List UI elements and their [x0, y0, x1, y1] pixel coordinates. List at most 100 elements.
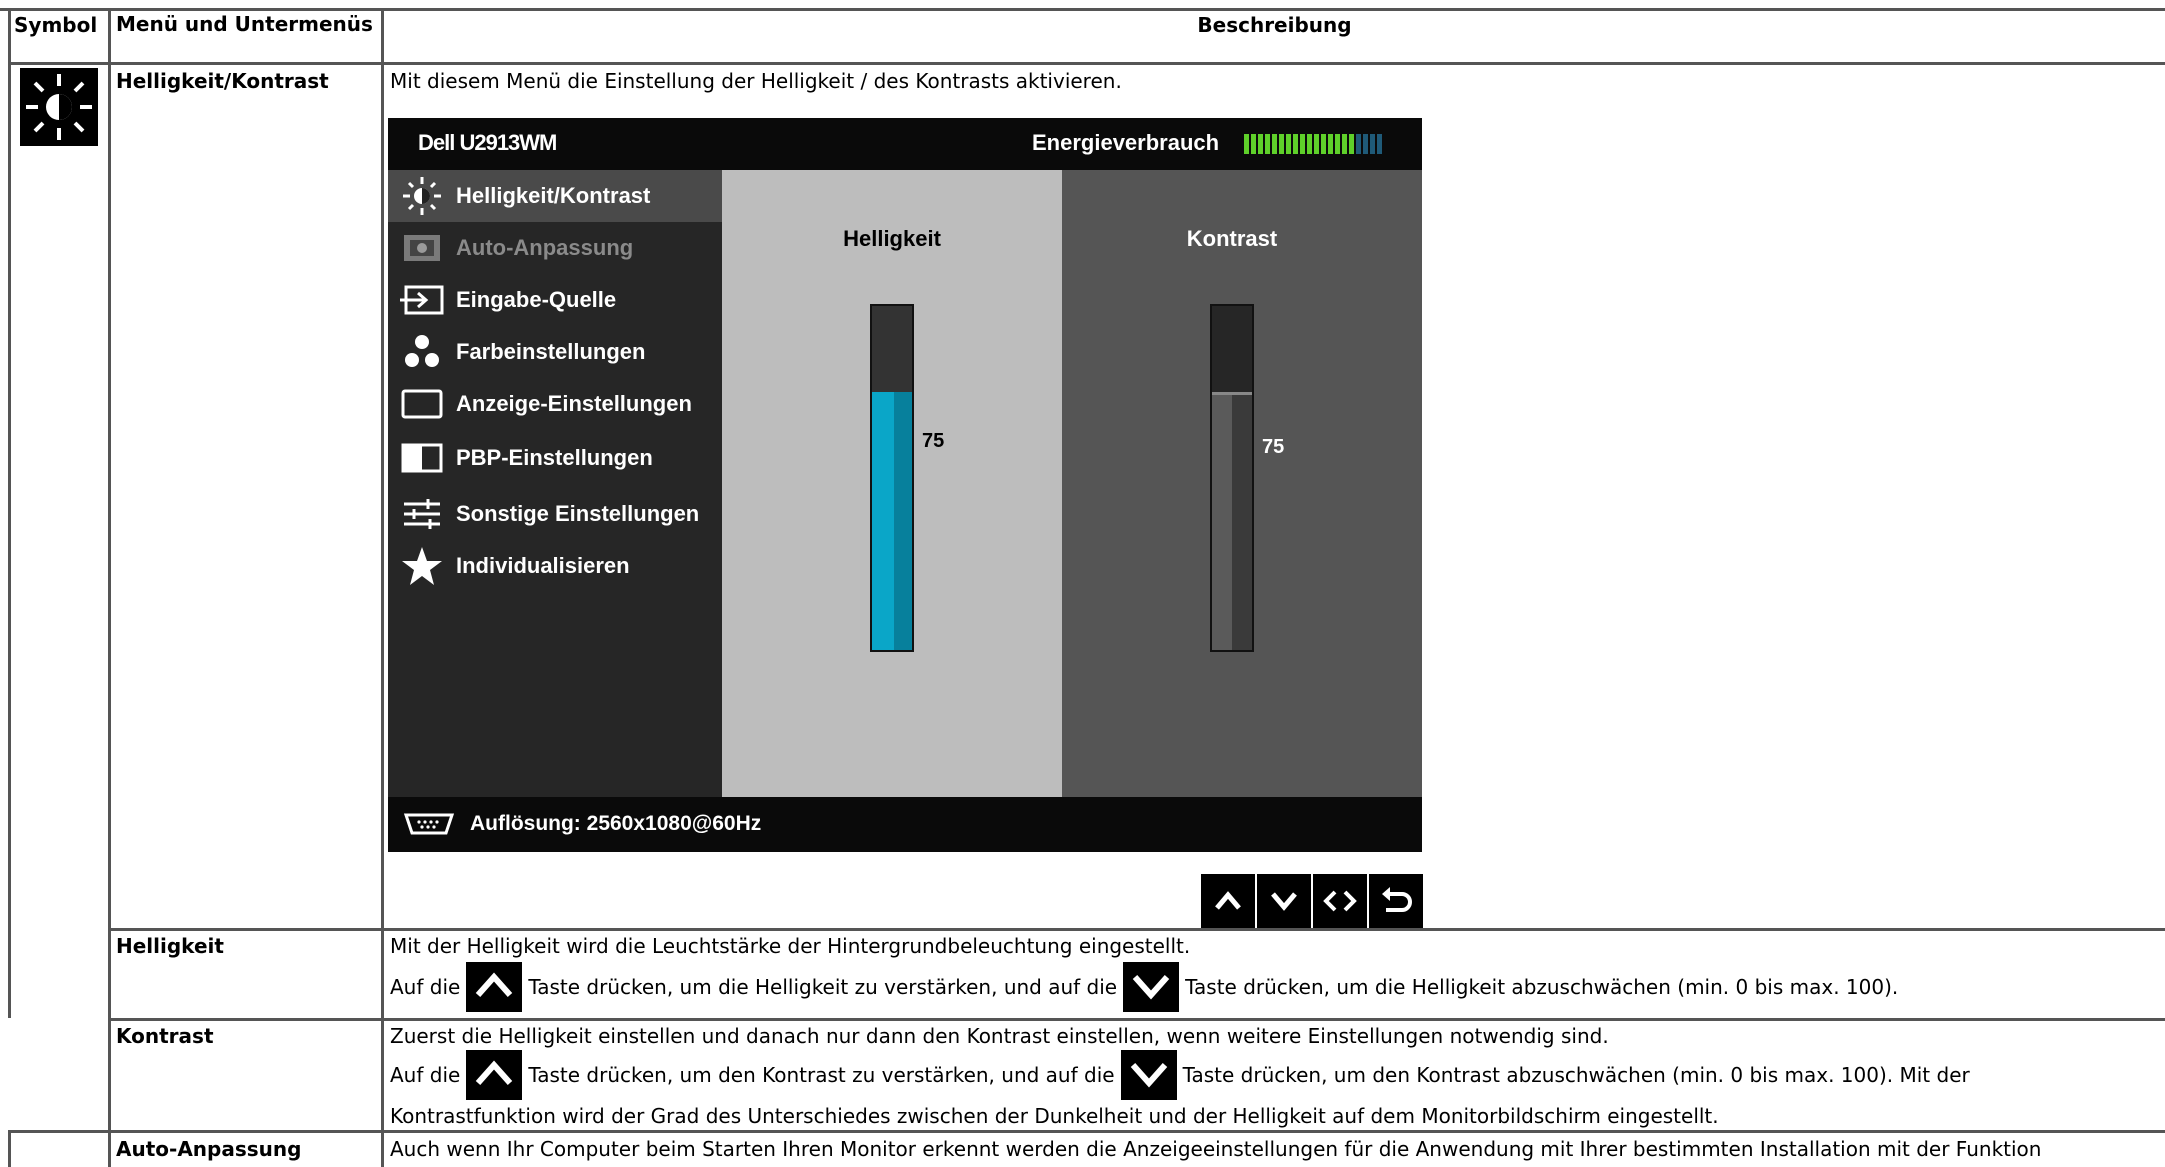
- osd-menu-item-pbp-settings[interactable]: PBP-Einstellungen: [388, 432, 722, 484]
- osd-menu-label: Anzeige-Einstellungen: [456, 391, 692, 416]
- brightness-label: Helligkeit: [843, 226, 941, 251]
- osd-menu-item-display-settings[interactable]: Anzeige-Einstellungen: [388, 378, 722, 430]
- up-arrow-button: [466, 962, 523, 1012]
- column-divider: [108, 8, 111, 1167]
- brightness-icon: [20, 68, 98, 146]
- left-right-icon: [1323, 890, 1357, 912]
- energy-meter-segment: [1272, 134, 1277, 154]
- left-right-button[interactable]: [1313, 874, 1367, 928]
- down-button[interactable]: [1257, 874, 1311, 928]
- vga-connector-icon: [402, 811, 456, 843]
- contrast-panel: Kontrast 75: [1062, 170, 1422, 797]
- menu-name-auto-adjust: Auto-Anpassung: [116, 1137, 302, 1161]
- energy-meter-segment: [1377, 134, 1382, 154]
- text-segment: Taste drücken, um die Helligkeit zu vers…: [528, 975, 1118, 999]
- table-left-border: [8, 1130, 11, 1167]
- table-top-border: [0, 8, 2165, 11]
- energy-meter-segment: [1265, 134, 1270, 154]
- osd-menu-item-color-settings[interactable]: Farbeinstellungen: [388, 326, 722, 378]
- osd-menu-item-personalize[interactable]: Individualisieren: [388, 540, 722, 592]
- contrast-label: Kontrast: [1186, 226, 1278, 251]
- down-icon: [1132, 975, 1170, 1000]
- contrast-slider[interactable]: [1210, 304, 1254, 652]
- energy-meter-segment: [1286, 134, 1291, 154]
- row-divider: [108, 928, 2165, 931]
- header-description: Beschreibung: [1197, 13, 1352, 37]
- up-icon: [1215, 891, 1241, 910]
- osd-screenshot: Dell U2913WM Energieverbrauch Helligkeit…: [388, 118, 1422, 852]
- energy-meter-segment: [1370, 134, 1375, 154]
- energy-meter-segment: [1307, 134, 1312, 154]
- osd-header: Dell U2913WM Energieverbrauch: [388, 118, 1422, 170]
- star-icon: [396, 540, 448, 592]
- energy-meter-segment: [1342, 134, 1347, 154]
- osd-footer: Auflösung: 2560x1080@60Hz: [388, 797, 1422, 852]
- brightness-panel: Helligkeit 75: [722, 170, 1062, 797]
- osd-menu-item-auto-adjust[interactable]: Auto-Anpassung: [388, 222, 722, 274]
- energy-meter-segment: [1279, 134, 1284, 154]
- text-segment: Taste drücken, um die Helligkeit abzusch…: [1185, 975, 1899, 999]
- back-button[interactable]: [1369, 874, 1423, 928]
- osd-menu-item-brightness-contrast[interactable]: Helligkeit/Kontrast: [388, 170, 722, 222]
- up-button[interactable]: [1201, 874, 1255, 928]
- osd-menu-label: PBP-Einstellungen: [456, 445, 653, 470]
- energy-label: Energieverbrauch: [1032, 130, 1220, 155]
- description-instructions: Auf die Taste drücken, um die Helligkeit …: [390, 962, 1898, 1012]
- energy-meter-segment: [1328, 134, 1333, 154]
- energy-meter-segment: [1335, 134, 1340, 154]
- down-arrow-button: [1120, 1050, 1177, 1100]
- row-divider: [108, 1018, 2165, 1021]
- energy-meter-segment: [1300, 134, 1305, 154]
- up-icon: [476, 1060, 513, 1085]
- header-bottom-border: [8, 62, 2165, 65]
- resolution-info: Auflösung: 2560x1080@60Hz: [470, 812, 762, 835]
- energy-meter-segment: [1258, 134, 1263, 154]
- osd-menu: Helligkeit/Kontrast Auto-Anpassung Einga…: [388, 170, 722, 797]
- energy-meter-segment: [1251, 134, 1256, 154]
- text-segment: Auf die: [390, 975, 461, 999]
- description-text: Auch wenn Ihr Computer beim Starten Ihre…: [390, 1137, 2042, 1161]
- down-icon: [1271, 892, 1297, 911]
- text-segment: Taste drücken, um den Kontrast abzuschwä…: [1182, 1063, 1970, 1087]
- header-symbol: Symbol: [14, 13, 98, 37]
- description-text: Zuerst die Helligkeit einstellen und dan…: [390, 1024, 1609, 1048]
- text-segment: Taste drücken, um den Kontrast zu verstä…: [528, 1063, 1115, 1087]
- menu-name-brightness: Helligkeit: [116, 934, 224, 958]
- display-rect-icon: [396, 378, 448, 430]
- osd-menu-item-input-source[interactable]: Eingabe-Quelle: [388, 274, 722, 326]
- brightness-icon: [396, 170, 448, 222]
- description-instructions: Auf die Taste drücken, um den Kontrast zu…: [390, 1050, 1970, 1100]
- back-icon: [1382, 887, 1412, 912]
- description-text: Mit der Helligkeit wird die Leuchtstärke…: [390, 934, 1191, 958]
- osd-menu-label: Individualisieren: [456, 553, 630, 578]
- up-arrow-button: [466, 1050, 523, 1100]
- brightness-slider[interactable]: [870, 304, 914, 652]
- description-text: Mit diesem Menü die Einstellung der Hell…: [390, 69, 1122, 93]
- osd-menu-label: Eingabe-Quelle: [456, 287, 617, 312]
- menu-name-brightness-contrast: Helligkeit/Kontrast: [116, 69, 329, 93]
- menu-name-contrast: Kontrast: [116, 1024, 214, 1048]
- sliders-icon: [396, 488, 448, 540]
- energy-meter-segment: [1293, 134, 1298, 154]
- osd-menu-label: Helligkeit/Kontrast: [456, 183, 651, 208]
- row-divider: [8, 1130, 2165, 1133]
- input-source-icon: [396, 274, 448, 326]
- description-text: Kontrastfunktion wird der Grad des Unter…: [390, 1104, 1719, 1128]
- energy-meter-segment: [1314, 134, 1319, 154]
- column-divider: [381, 8, 384, 1167]
- contrast-slider-fill: [1212, 392, 1252, 650]
- energy-meter-segment: [1363, 134, 1368, 154]
- brightness-value: 75: [922, 430, 945, 452]
- osd-model-name: Dell U2913WM: [418, 130, 557, 155]
- text-segment: Auf die: [390, 1063, 461, 1087]
- header-menu: Menü und Untermenüs: [116, 12, 373, 36]
- down-arrow-button: [1123, 962, 1180, 1012]
- osd-menu-label: Auto-Anpassung: [456, 235, 634, 260]
- energy-meter: [1244, 134, 1402, 154]
- osd-menu-item-other-settings[interactable]: Sonstige Einstellungen: [388, 488, 722, 540]
- pbp-icon: [396, 432, 448, 484]
- auto-adjust-icon: [396, 222, 448, 274]
- osd-menu-label: Farbeinstellungen: [456, 339, 646, 364]
- contrast-value: 75: [1262, 436, 1285, 458]
- energy-meter-segment: [1349, 134, 1354, 154]
